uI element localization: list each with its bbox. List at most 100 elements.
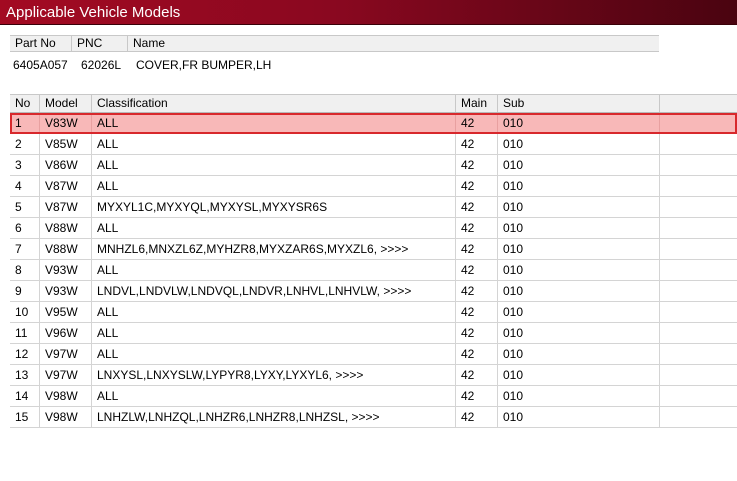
table-row[interactable]: 11 V96W ALL 42 010 <box>10 323 737 344</box>
cell-classification: MYXYL1C,MYXYQL,MYXYSL,MYXYSR6S <box>92 197 456 217</box>
cell-no: 3 <box>10 155 40 175</box>
header-no[interactable]: No <box>10 95 40 112</box>
cell-classification: ALL <box>92 113 456 133</box>
table-row[interactable]: 5 V87W MYXYL1C,MYXYQL,MYXYSL,MYXYSR6S 42 010 <box>10 197 737 218</box>
cell-no: 15 <box>10 407 40 427</box>
cell-main: 42 <box>456 407 498 427</box>
table-row[interactable]: 13 V97W LNXYSL,LNXYSLW,LYPYR8,LYXY,LYXYL6,… <box>10 365 737 386</box>
table-row[interactable]: 8 V93W ALL 42 010 <box>10 260 737 281</box>
cell-no: 5 <box>10 197 40 217</box>
cell-filler <box>660 197 737 217</box>
cell-classification: ALL <box>92 260 456 280</box>
cell-main: 42 <box>456 218 498 238</box>
cell-filler <box>660 302 737 322</box>
cell-filler <box>660 239 737 259</box>
cell-main: 42 <box>456 344 498 364</box>
table-row[interactable]: 1 V83W ALL 42 010 <box>10 113 737 134</box>
cell-main: 42 <box>456 155 498 175</box>
table-row[interactable]: 9 V93W LNDVL,LNDVLW,LNDVQL,LNDVR,LNHVL,LNH… <box>10 281 737 302</box>
cell-main: 42 <box>456 134 498 154</box>
cell-sub: 010 <box>498 239 660 259</box>
cell-filler <box>660 323 737 343</box>
table-row[interactable]: 12 V97W ALL 42 010 <box>10 344 737 365</box>
cell-sub: 010 <box>498 176 660 196</box>
cell-main: 42 <box>456 260 498 280</box>
cell-model: V93W <box>40 260 92 280</box>
cell-classification: MNHZL6,MNXZL6Z,MYHZR8,MYXZAR6S,MYXZL6, >… <box>92 239 456 259</box>
header-main[interactable]: Main <box>456 95 498 112</box>
cell-classification: ALL <box>92 134 456 154</box>
table-row[interactable]: 6 V88W ALL 42 010 <box>10 218 737 239</box>
cell-sub: 010 <box>498 134 660 154</box>
cell-filler <box>660 365 737 385</box>
header-sub[interactable]: Sub <box>498 95 660 112</box>
table-row[interactable]: 7 V88W MNHZL6,MNXZL6Z,MYHZR8,MYXZAR6S,MYXZ… <box>10 239 737 260</box>
cell-sub: 010 <box>498 323 660 343</box>
part-info-row: 6405A057 62026L COVER,FR BUMPER,LH <box>13 57 271 73</box>
table-row[interactable]: 2 V85W ALL 42 010 <box>10 134 737 155</box>
cell-sub: 010 <box>498 260 660 280</box>
header-part-no[interactable]: Part No <box>10 36 72 51</box>
cell-model: V86W <box>40 155 92 175</box>
cell-sub: 010 <box>498 197 660 217</box>
cell-filler <box>660 155 737 175</box>
cell-no: 7 <box>10 239 40 259</box>
cell-no: 8 <box>10 260 40 280</box>
cell-model: V87W <box>40 197 92 217</box>
cell-main: 42 <box>456 323 498 343</box>
cell-sub: 010 <box>498 113 660 133</box>
cell-model: V97W <box>40 365 92 385</box>
table-row[interactable]: 14 V98W ALL 42 010 <box>10 386 737 407</box>
cell-filler <box>660 176 737 196</box>
header-filler <box>660 95 737 112</box>
cell-no: 11 <box>10 323 40 343</box>
cell-model: V83W <box>40 113 92 133</box>
table-row[interactable]: 10 V95W ALL 42 010 <box>10 302 737 323</box>
table-row[interactable]: 4 V87W ALL 42 010 <box>10 176 737 197</box>
cell-filler <box>660 260 737 280</box>
cell-no: 14 <box>10 386 40 406</box>
header-model[interactable]: Model <box>40 95 92 112</box>
models-table-body: 1 V83W ALL 42 010 2 V85W ALL 42 010 3 V86W ALL 42 010 4… <box>10 113 737 428</box>
cell-classification: ALL <box>92 218 456 238</box>
cell-sub: 010 <box>498 155 660 175</box>
cell-model: V97W <box>40 344 92 364</box>
table-row[interactable]: 3 V86W ALL 42 010 <box>10 155 737 176</box>
header-name[interactable]: Name <box>128 36 659 51</box>
cell-filler <box>660 218 737 238</box>
cell-main: 42 <box>456 281 498 301</box>
cell-sub: 010 <box>498 407 660 427</box>
cell-filler <box>660 407 737 427</box>
cell-no: 13 <box>10 365 40 385</box>
cell-sub: 010 <box>498 344 660 364</box>
cell-classification: LNDVL,LNDVLW,LNDVQL,LNDVR,LNHVL,LNHVLW, … <box>92 281 456 301</box>
cell-model: V93W <box>40 281 92 301</box>
cell-main: 42 <box>456 113 498 133</box>
cell-main: 42 <box>456 239 498 259</box>
cell-model: V98W <box>40 386 92 406</box>
cell-classification: LNHZLW,LNHZQL,LNHZR6,LNHZR8,LNHZSL, >>>> <box>92 407 456 427</box>
cell-filler <box>660 386 737 406</box>
cell-model: V88W <box>40 218 92 238</box>
part-no-value: 6405A057 <box>13 58 68 72</box>
cell-sub: 010 <box>498 302 660 322</box>
cell-model: V95W <box>40 302 92 322</box>
cell-filler <box>660 344 737 364</box>
cell-classification: ALL <box>92 386 456 406</box>
table-row[interactable]: 15 V98W LNHZLW,LNHZQL,LNHZR6,LNHZR8,LNHZSL… <box>10 407 737 428</box>
cell-filler <box>660 281 737 301</box>
cell-model: V87W <box>40 176 92 196</box>
part-info-header: Part No PNC Name <box>10 35 659 52</box>
cell-main: 42 <box>456 176 498 196</box>
header-classification[interactable]: Classification <box>92 95 456 112</box>
cell-sub: 010 <box>498 386 660 406</box>
cell-sub: 010 <box>498 281 660 301</box>
header-pnc[interactable]: PNC <box>72 36 128 51</box>
cell-model: V96W <box>40 323 92 343</box>
cell-no: 6 <box>10 218 40 238</box>
cell-model: V88W <box>40 239 92 259</box>
applicable-models-panel: Part No PNC Name 6405A057 62026L COVER,F… <box>0 25 737 481</box>
cell-classification: ALL <box>92 302 456 322</box>
cell-model: V85W <box>40 134 92 154</box>
cell-sub: 010 <box>498 365 660 385</box>
